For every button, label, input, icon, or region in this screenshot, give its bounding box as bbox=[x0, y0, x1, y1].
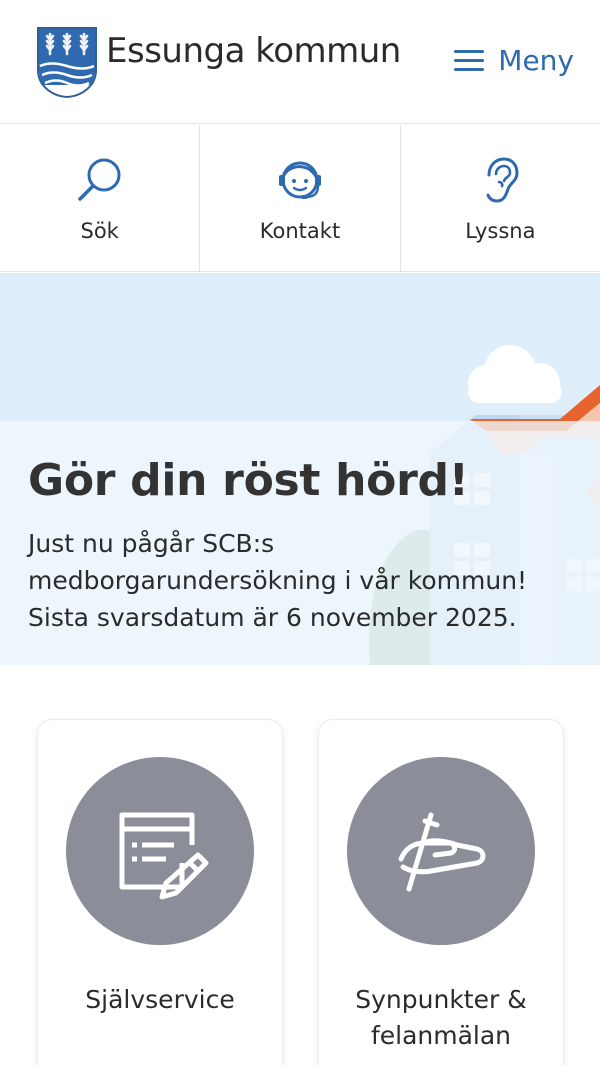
site-header: Essunga kommun Meny bbox=[0, 0, 600, 124]
quicknav-contact[interactable]: Kontakt bbox=[200, 125, 401, 271]
hero-banner[interactable]: Gör din röst hörd! Just nu pågår SCB:s m… bbox=[0, 273, 600, 665]
quicknav-label: Lyssna bbox=[465, 219, 536, 243]
card-self-service[interactable]: Självservice bbox=[38, 720, 282, 1065]
site-title[interactable]: Essunga kommun bbox=[106, 31, 401, 71]
quicknav-search[interactable]: Sök bbox=[0, 125, 201, 271]
service-cards: Självservice Synpunkter & felanmälan bbox=[0, 665, 600, 1065]
headset-icon bbox=[278, 161, 321, 199]
municipality-logo[interactable] bbox=[36, 26, 98, 98]
ear-icon bbox=[486, 157, 519, 203]
quicknav-label: Kontakt bbox=[259, 219, 341, 243]
card-icon-circle bbox=[347, 757, 535, 945]
hamburger-icon bbox=[454, 49, 485, 71]
hero-description: Just nu pågår SCB:s medborgarundersöknin… bbox=[28, 529, 528, 632]
menu-button[interactable]: Meny bbox=[454, 38, 574, 82]
hand-pen-icon bbox=[398, 812, 486, 892]
hero-title: Gör din röst hörd! bbox=[28, 455, 469, 506]
search-icon bbox=[77, 158, 121, 201]
card-label: Självservice bbox=[85, 985, 235, 1014]
quicknav-label: Sök bbox=[80, 219, 119, 243]
quicknav-listen[interactable]: Lyssna bbox=[401, 125, 600, 271]
card-feedback[interactable]: Synpunkter & felanmälan bbox=[319, 720, 563, 1065]
quick-nav: Sök Kontakt Lyssna bbox=[0, 125, 600, 272]
card-icon-circle bbox=[66, 757, 254, 945]
card-label: Synpunkter & felanmälan bbox=[355, 985, 527, 1050]
form-edit-icon bbox=[119, 812, 209, 900]
menu-label: Meny bbox=[498, 43, 574, 77]
